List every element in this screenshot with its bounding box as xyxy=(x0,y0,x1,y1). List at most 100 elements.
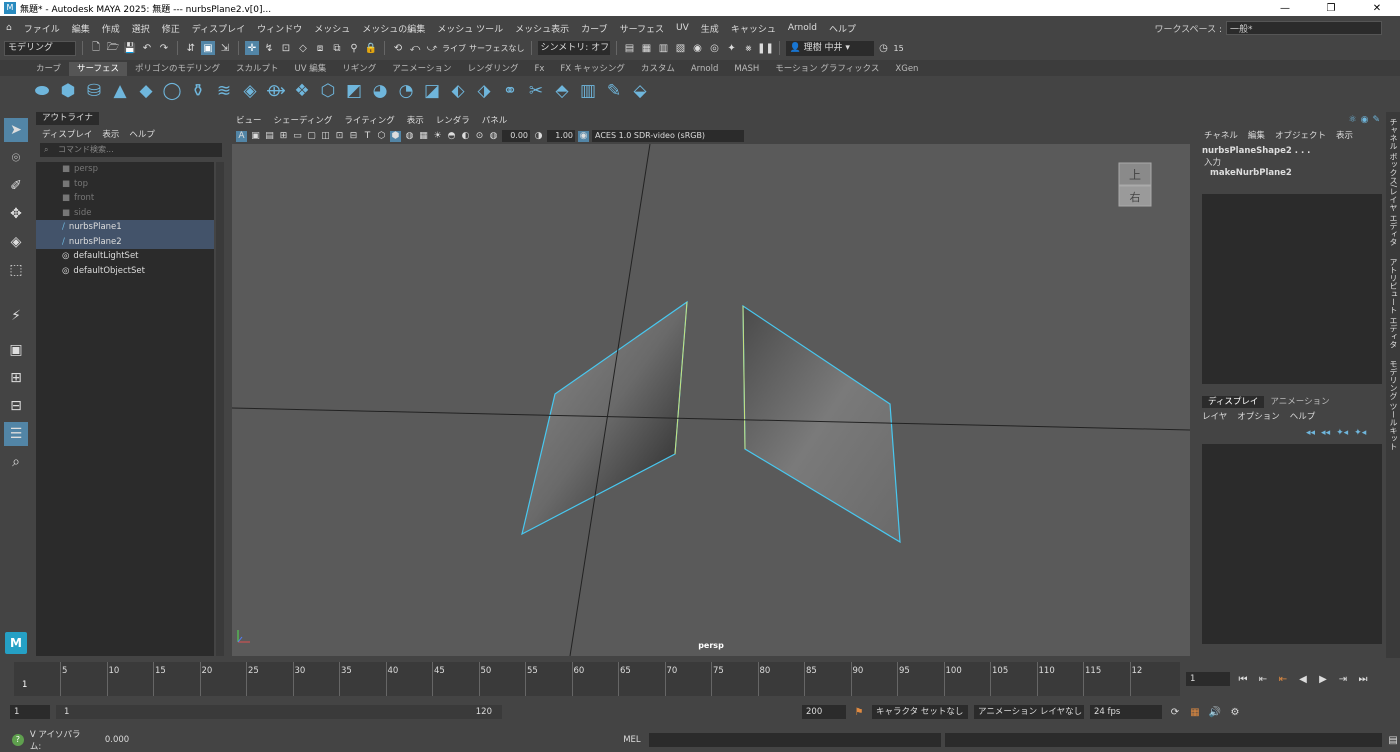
layer-menu-options[interactable]: オプション xyxy=(1237,410,1280,422)
shelf-tab-custom[interactable]: カスタム xyxy=(633,62,683,76)
gamma-field[interactable]: 1.00 xyxy=(547,130,575,142)
outliner-item-nurbsplane2[interactable]: / nurbsPlane2 xyxy=(36,234,214,249)
save-scene-icon[interactable]: 💾 xyxy=(123,41,137,55)
input-node-name[interactable]: makeNurbPlane2 xyxy=(1196,168,1386,178)
undo-icon[interactable]: ↶ xyxy=(140,41,154,55)
outliner-layout-icon[interactable]: ☰ xyxy=(4,422,28,446)
menu-mesh-tools[interactable]: メッシュ ツール xyxy=(431,22,509,35)
rotate-tool-icon[interactable]: ◈ xyxy=(4,230,28,254)
image-plane-icon[interactable]: ▤ xyxy=(264,131,275,142)
shelf-tab-curves[interactable]: カーブ xyxy=(28,62,69,76)
shelf-tab-animation[interactable]: アニメーション xyxy=(384,62,459,76)
isolate-icon[interactable]: ⊙ xyxy=(474,131,485,142)
auto-key-icon[interactable]: ⚑ xyxy=(852,705,866,719)
wireframe-icon[interactable]: ⬡ xyxy=(376,131,387,142)
channel-menu-object[interactable]: オブジェクト xyxy=(1275,129,1326,141)
xray-icon[interactable]: ◐ xyxy=(460,131,471,142)
clock-icon[interactable]: ◷ xyxy=(877,41,891,55)
script-language-label[interactable]: MEL xyxy=(623,735,640,745)
new-layer-selected-icon[interactable]: ✦◂ xyxy=(1354,428,1366,438)
render-frame-icon[interactable]: ▦ xyxy=(640,41,654,55)
menu-select[interactable]: 選択 xyxy=(126,22,156,35)
step-back-key-icon[interactable]: ⇤ xyxy=(1256,674,1270,685)
shelf-tab-arnold[interactable]: Arnold xyxy=(683,62,727,76)
arnold-render-icon[interactable]: ⨳ xyxy=(742,41,756,55)
home-icon[interactable]: ⌂ xyxy=(0,23,18,33)
select-component-icon[interactable]: ⇲ xyxy=(218,41,232,55)
play-forward-icon[interactable]: ▶ xyxy=(1316,674,1330,685)
anim-prefs-icon[interactable]: ⚙ xyxy=(1228,705,1242,719)
hypershade-icon[interactable]: ◉ xyxy=(691,41,705,55)
new-layer-icon[interactable]: ✦◂ xyxy=(1336,428,1348,438)
menu-arnold[interactable]: Arnold xyxy=(782,23,823,33)
menu-set-dropdown[interactable]: モデリング xyxy=(4,40,76,56)
intersect-icon[interactable]: ◔ xyxy=(396,81,416,101)
menu-file[interactable]: ファイル xyxy=(18,22,66,35)
outliner-item-defaultobjectset[interactable]: ◎ defaultObjectSet xyxy=(36,264,214,279)
shelf-tab-poly-modeling[interactable]: ポリゴンのモデリング xyxy=(127,62,228,76)
textured-icon[interactable]: ▦ xyxy=(418,131,429,142)
snap-magnet-icon[interactable]: ⚲ xyxy=(347,41,361,55)
snap-live-icon[interactable]: ⧉ xyxy=(330,41,344,55)
film-gate-icon[interactable]: ▭ xyxy=(292,131,303,142)
channel-node-name[interactable]: nurbsPlaneShape2 . . . xyxy=(1196,146,1386,156)
maya-home-icon[interactable]: M xyxy=(5,632,27,654)
history-icon[interactable]: ⟲ xyxy=(391,41,405,55)
layer-menu-help[interactable]: ヘルプ xyxy=(1290,410,1316,422)
render-setup-icon[interactable]: ◎ xyxy=(708,41,722,55)
nurbs-plane-2[interactable] xyxy=(742,304,901,544)
outliner-scrollbar[interactable] xyxy=(216,162,224,656)
gate-mask-icon[interactable]: ◫ xyxy=(320,131,331,142)
layer-tab-animation[interactable]: アニメーション xyxy=(1264,396,1335,408)
tool-settings-icon[interactable]: ✎ xyxy=(1372,115,1380,125)
open-scene-icon[interactable]: 🗁 xyxy=(106,41,120,55)
scene-canvas[interactable] xyxy=(232,144,1190,656)
shelf-tab-rigging[interactable]: リギング xyxy=(334,62,384,76)
play-backward-icon[interactable]: ◀ xyxy=(1296,674,1310,685)
sound-icon[interactable]: 🔊 xyxy=(1208,705,1222,719)
shelf-tab-sculpt[interactable]: スカルプト xyxy=(228,62,287,76)
outliner-item-top[interactable]: ■ top xyxy=(36,177,214,192)
square-surface-icon[interactable]: ◩ xyxy=(344,81,364,101)
outliner-search-input[interactable]: ⌕ コマンド検索... xyxy=(40,143,222,157)
animation-layer-dropdown[interactable]: アニメーション レイヤなし xyxy=(974,705,1084,719)
nurbs-plane-icon[interactable]: ◆ xyxy=(136,81,156,101)
fps-dropdown[interactable]: 24 fps xyxy=(1090,705,1162,719)
viewport-menu-shading[interactable]: シェーディング xyxy=(274,114,333,126)
camera-attr-icon[interactable]: A xyxy=(236,130,247,142)
planar-icon[interactable]: ◈ xyxy=(240,81,260,101)
menu-modify[interactable]: 修正 xyxy=(156,22,186,35)
shelf-tab-mash[interactable]: MASH xyxy=(726,62,767,76)
outliner-menu-display[interactable]: ディスプレイ xyxy=(42,128,92,140)
new-scene-icon[interactable]: 🗋 xyxy=(89,41,103,55)
select-tool-icon[interactable]: ➤ xyxy=(4,118,28,142)
user-account-dropdown[interactable]: 👤 理樹 中井 ▾ xyxy=(785,40,874,56)
shelf-tab-fx-caching[interactable]: FX キャッシング xyxy=(552,62,632,76)
channel-menu-show[interactable]: 表示 xyxy=(1336,129,1353,141)
script-editor-icon[interactable]: ▤ xyxy=(1386,733,1400,747)
snap-curve-icon[interactable]: ↯ xyxy=(262,41,276,55)
outliner-item-persp[interactable]: ■ persp xyxy=(36,162,214,177)
symmetry-dropdown[interactable]: シンメトリ: オフ xyxy=(537,41,610,55)
move-tool-icon[interactable]: ✥ xyxy=(4,202,28,226)
layer-menu-layers[interactable]: レイヤ xyxy=(1202,410,1227,422)
loop-icon[interactable]: ⟳ xyxy=(1168,705,1182,719)
menu-edit[interactable]: 編集 xyxy=(66,22,96,35)
untrim-icon[interactable]: ⬗ xyxy=(474,81,494,101)
snap-grid-icon[interactable]: ✛ xyxy=(245,41,259,55)
safe-action-icon[interactable]: ⊟ xyxy=(348,131,359,142)
channel-menu-edit[interactable]: 編集 xyxy=(1248,129,1265,141)
viewport-menu-view[interactable]: ビュー xyxy=(236,114,262,126)
four-view-icon[interactable]: ⊞ xyxy=(4,366,28,390)
layer-move-down-icon[interactable]: ◂◂ xyxy=(1321,428,1330,438)
viewport-menu-panels[interactable]: パネル xyxy=(482,114,508,126)
wireframe-on-shaded-icon[interactable]: ◍ xyxy=(404,131,415,142)
align-icon[interactable]: ⬘ xyxy=(552,81,572,101)
snap-view-plane-icon[interactable]: ◇ xyxy=(296,41,310,55)
input-ops-icon[interactable]: ⤺ xyxy=(408,41,422,55)
viewcube-icon[interactable]: 上 右 xyxy=(1118,162,1152,208)
shelf-tab-surfaces[interactable]: サーフェス xyxy=(69,62,127,76)
layer-move-up-icon[interactable]: ◂◂ xyxy=(1306,428,1315,438)
outliner-menu-show[interactable]: 表示 xyxy=(102,128,119,140)
attribute-toggle-icon[interactable]: ◉ xyxy=(1361,115,1369,125)
